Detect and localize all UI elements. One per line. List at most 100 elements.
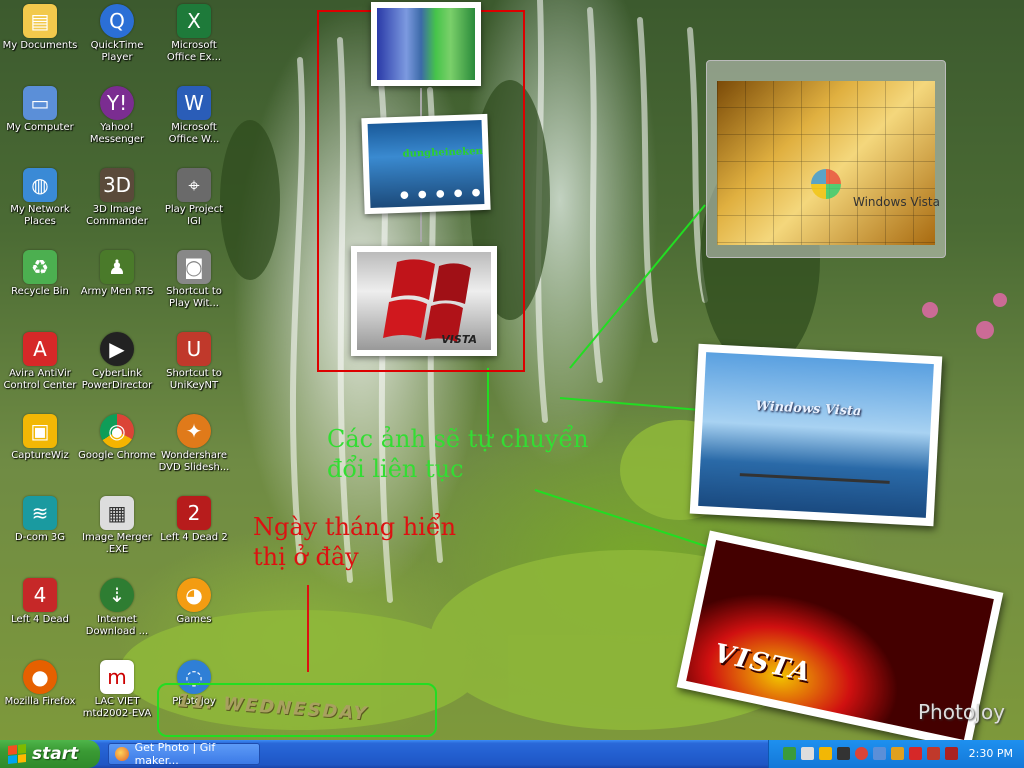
3d-image-icon: 3D [100,168,134,202]
wondershare-icon: ✦ [177,414,211,448]
capture-tray-icon[interactable] [819,747,832,760]
desktop-icon-recycle-bin[interactable]: ♻ Recycle Bin [0,250,80,298]
display-tray-icon[interactable] [873,747,886,760]
taskbar: start Get Photo | Gif maker... 2:30 PM [0,740,1024,768]
windows-logo-icon [8,744,26,764]
firefox-icon: ● [23,660,57,694]
slideshow-thumbnail-1[interactable] [371,2,481,86]
desktop-icon-left-4-dead[interactable]: 4 Left 4 Dead [0,578,80,626]
desktop-icon-microsoft-excel[interactable]: X Microsoft Office Ex... [154,4,234,64]
desktop-icon-label: CyberLink PowerDirector [81,368,153,391]
lacviet-icon: m [100,660,134,694]
firewall-tray-icon[interactable] [945,747,958,760]
slideshow-highlight-frame: dungheineken ● ● ● ● ● VISTA [317,2,525,372]
desktop-icon-label: CaptureWiz [11,450,69,461]
slideshow-thumbnail-2[interactable]: dungheineken ● ● ● ● ● [361,113,491,215]
desktop-icon-label: Shortcut to Play Wit... [166,286,222,309]
desktop-icon-yahoo-messenger[interactable]: Y! Yahoo! Messenger [77,86,157,146]
volume-tray-icon[interactable] [801,747,814,760]
desktop-icon-label: My Computer [6,122,74,133]
quicktime-icon: Q [100,4,134,38]
start-label: start [32,744,79,764]
word-icon: W [177,86,211,120]
games-icon: ◕ [177,578,211,612]
start-button[interactable]: start [0,740,100,768]
browser-icons-row: ● ● ● ● ● [399,187,484,201]
desktop-icon-my-computer[interactable]: ▭ My Computer [0,86,80,134]
annotation-auto-change: Các ảnh sẽ tự chuyển đổi liên tục [327,425,589,483]
photo-card-label: Windows Vista [755,398,862,420]
desktop-icon-shortcut-play-with[interactable]: ◙ Shortcut to Play Wit... [154,250,234,310]
chrome-tray-icon[interactable] [855,747,868,760]
system-tray: 2:30 PM [768,740,1024,768]
desktop-icon-label: QuickTime Player [90,40,144,63]
desktop-icon-google-chrome[interactable]: ◉ Google Chrome [77,414,157,462]
desktop-icon-label: Internet Download ... [85,614,149,637]
desktop-icon-unikeynt[interactable]: U Shortcut to UniKeyNT [154,332,234,392]
desktop-icon-lac-viet[interactable]: m LAC VIET mtd2002-EVA [77,660,157,720]
camera-icon: ◙ [177,250,211,284]
desktop-icon-quicktime[interactable]: Q QuickTime Player [77,4,157,64]
desktop-icon-label: Mozilla Firefox [4,696,76,707]
desktop-icon-games[interactable]: ◕ Games [154,578,234,626]
slideshow-connector [420,212,422,242]
desktop-icon-capturewiz[interactable]: ▣ CaptureWiz [0,414,80,462]
clock[interactable]: 2:30 PM [969,747,1013,760]
army-men-icon: ♟ [100,250,134,284]
desktop-icon-label: Recycle Bin [11,286,69,297]
igi-icon: ⌖ [177,168,211,202]
slideshow-thumbnail-3[interactable]: VISTA [351,246,497,356]
desktop-icon-image-merger[interactable]: ▦ Image Merger .EXE [77,496,157,556]
image-merger-icon: ▦ [100,496,134,530]
desktop-icon-my-network-places[interactable]: ◍ My Network Places [0,168,80,228]
antivirus-tray-icon[interactable] [909,747,922,760]
desktop-icon-label: Avira AntiVir Control Center [3,368,77,391]
desktop-icon-label: Microsoft Office Ex... [166,40,222,63]
network-icon: ◍ [23,168,57,202]
photojoy-watermark: PhotoJoy [918,700,1006,724]
desktop-icon-label: My Documents [2,40,78,51]
desktop-icon-firefox[interactable]: ● Mozilla Firefox [0,660,80,708]
battery-tray-icon[interactable] [891,747,904,760]
desktop-icon-label: Left 4 Dead 2 [160,532,228,543]
desktop-icon-label: D-com 3G [15,532,65,543]
desktop-icon-grid: ▤ My Documents ▭ My Computer ◍ My Network P… [0,0,240,740]
desktop-icon-wondershare[interactable]: ✦ Wondershare DVD Slidesh... [154,414,234,474]
desktop-icon-label: Microsoft Office W... [168,122,220,145]
left4dead2-icon: 2 [177,496,211,530]
desktop-icon-3d-image-commander[interactable]: 3D 3D Image Commander [77,168,157,228]
taskbar-item-get-photo[interactable]: Get Photo | Gif maker... [108,741,260,767]
desktop-icon-army-men-rts[interactable]: ♟ Army Men RTS [77,250,157,298]
media-tray-icon[interactable] [837,747,850,760]
desktop-icon-label: Games [176,614,212,625]
network-tray-icon[interactable] [783,747,796,760]
pier-graphic [739,473,890,498]
desktop-icon-dcom-3g[interactable]: ≋ D-com 3G [0,496,80,544]
vista-tile-widget[interactable]: Windows Vista [706,60,946,258]
desktop-icon-avira[interactable]: A Avira AntiVir Control Center [0,332,80,392]
desktop-icon-label: Yahoo! Messenger [89,122,145,145]
desktop-icon-play-project-igi[interactable]: ⌖ Play Project IGI [154,168,234,228]
capturewiz-icon: ▣ [23,414,57,448]
powerdirector-icon: ▶ [100,332,134,366]
desktop-icon-label: My Network Places [10,204,70,227]
desktop-icon-cyberlink[interactable]: ▶ CyberLink PowerDirector [77,332,157,392]
desktop-icon-label: Play Project IGI [164,204,224,227]
desktop-icon-internet-download-manager[interactable]: ⇣ Internet Download ... [77,578,157,638]
desktop-icon-label: Google Chrome [78,450,156,461]
recycle-bin-icon: ♻ [23,250,57,284]
annotation-date-note: Ngày tháng hiển thị ở đây [253,513,457,571]
unikey-tray-icon[interactable] [927,747,940,760]
desktop-icon-microsoft-word[interactable]: W Microsoft Office W... [154,86,234,146]
vista-logo-icon [811,169,841,199]
desktop-icon-label: Left 4 Dead [11,614,69,625]
unikey-icon: U [177,332,211,366]
vista-tile-label: Windows Vista [853,195,940,209]
taskbar-item-label: Get Photo | Gif maker... [134,741,216,767]
vista-tile-grid [717,81,935,245]
photo-card-windows-vista[interactable]: Windows Vista [689,343,943,527]
desktop-icon-left-4-dead-2[interactable]: 2 Left 4 Dead 2 [154,496,234,544]
dcom-icon: ≋ [23,496,57,530]
desktop-icon-my-documents[interactable]: ▤ My Documents [0,4,80,52]
desktop-icon-label: LAC VIET mtd2002-EVA [82,696,152,719]
